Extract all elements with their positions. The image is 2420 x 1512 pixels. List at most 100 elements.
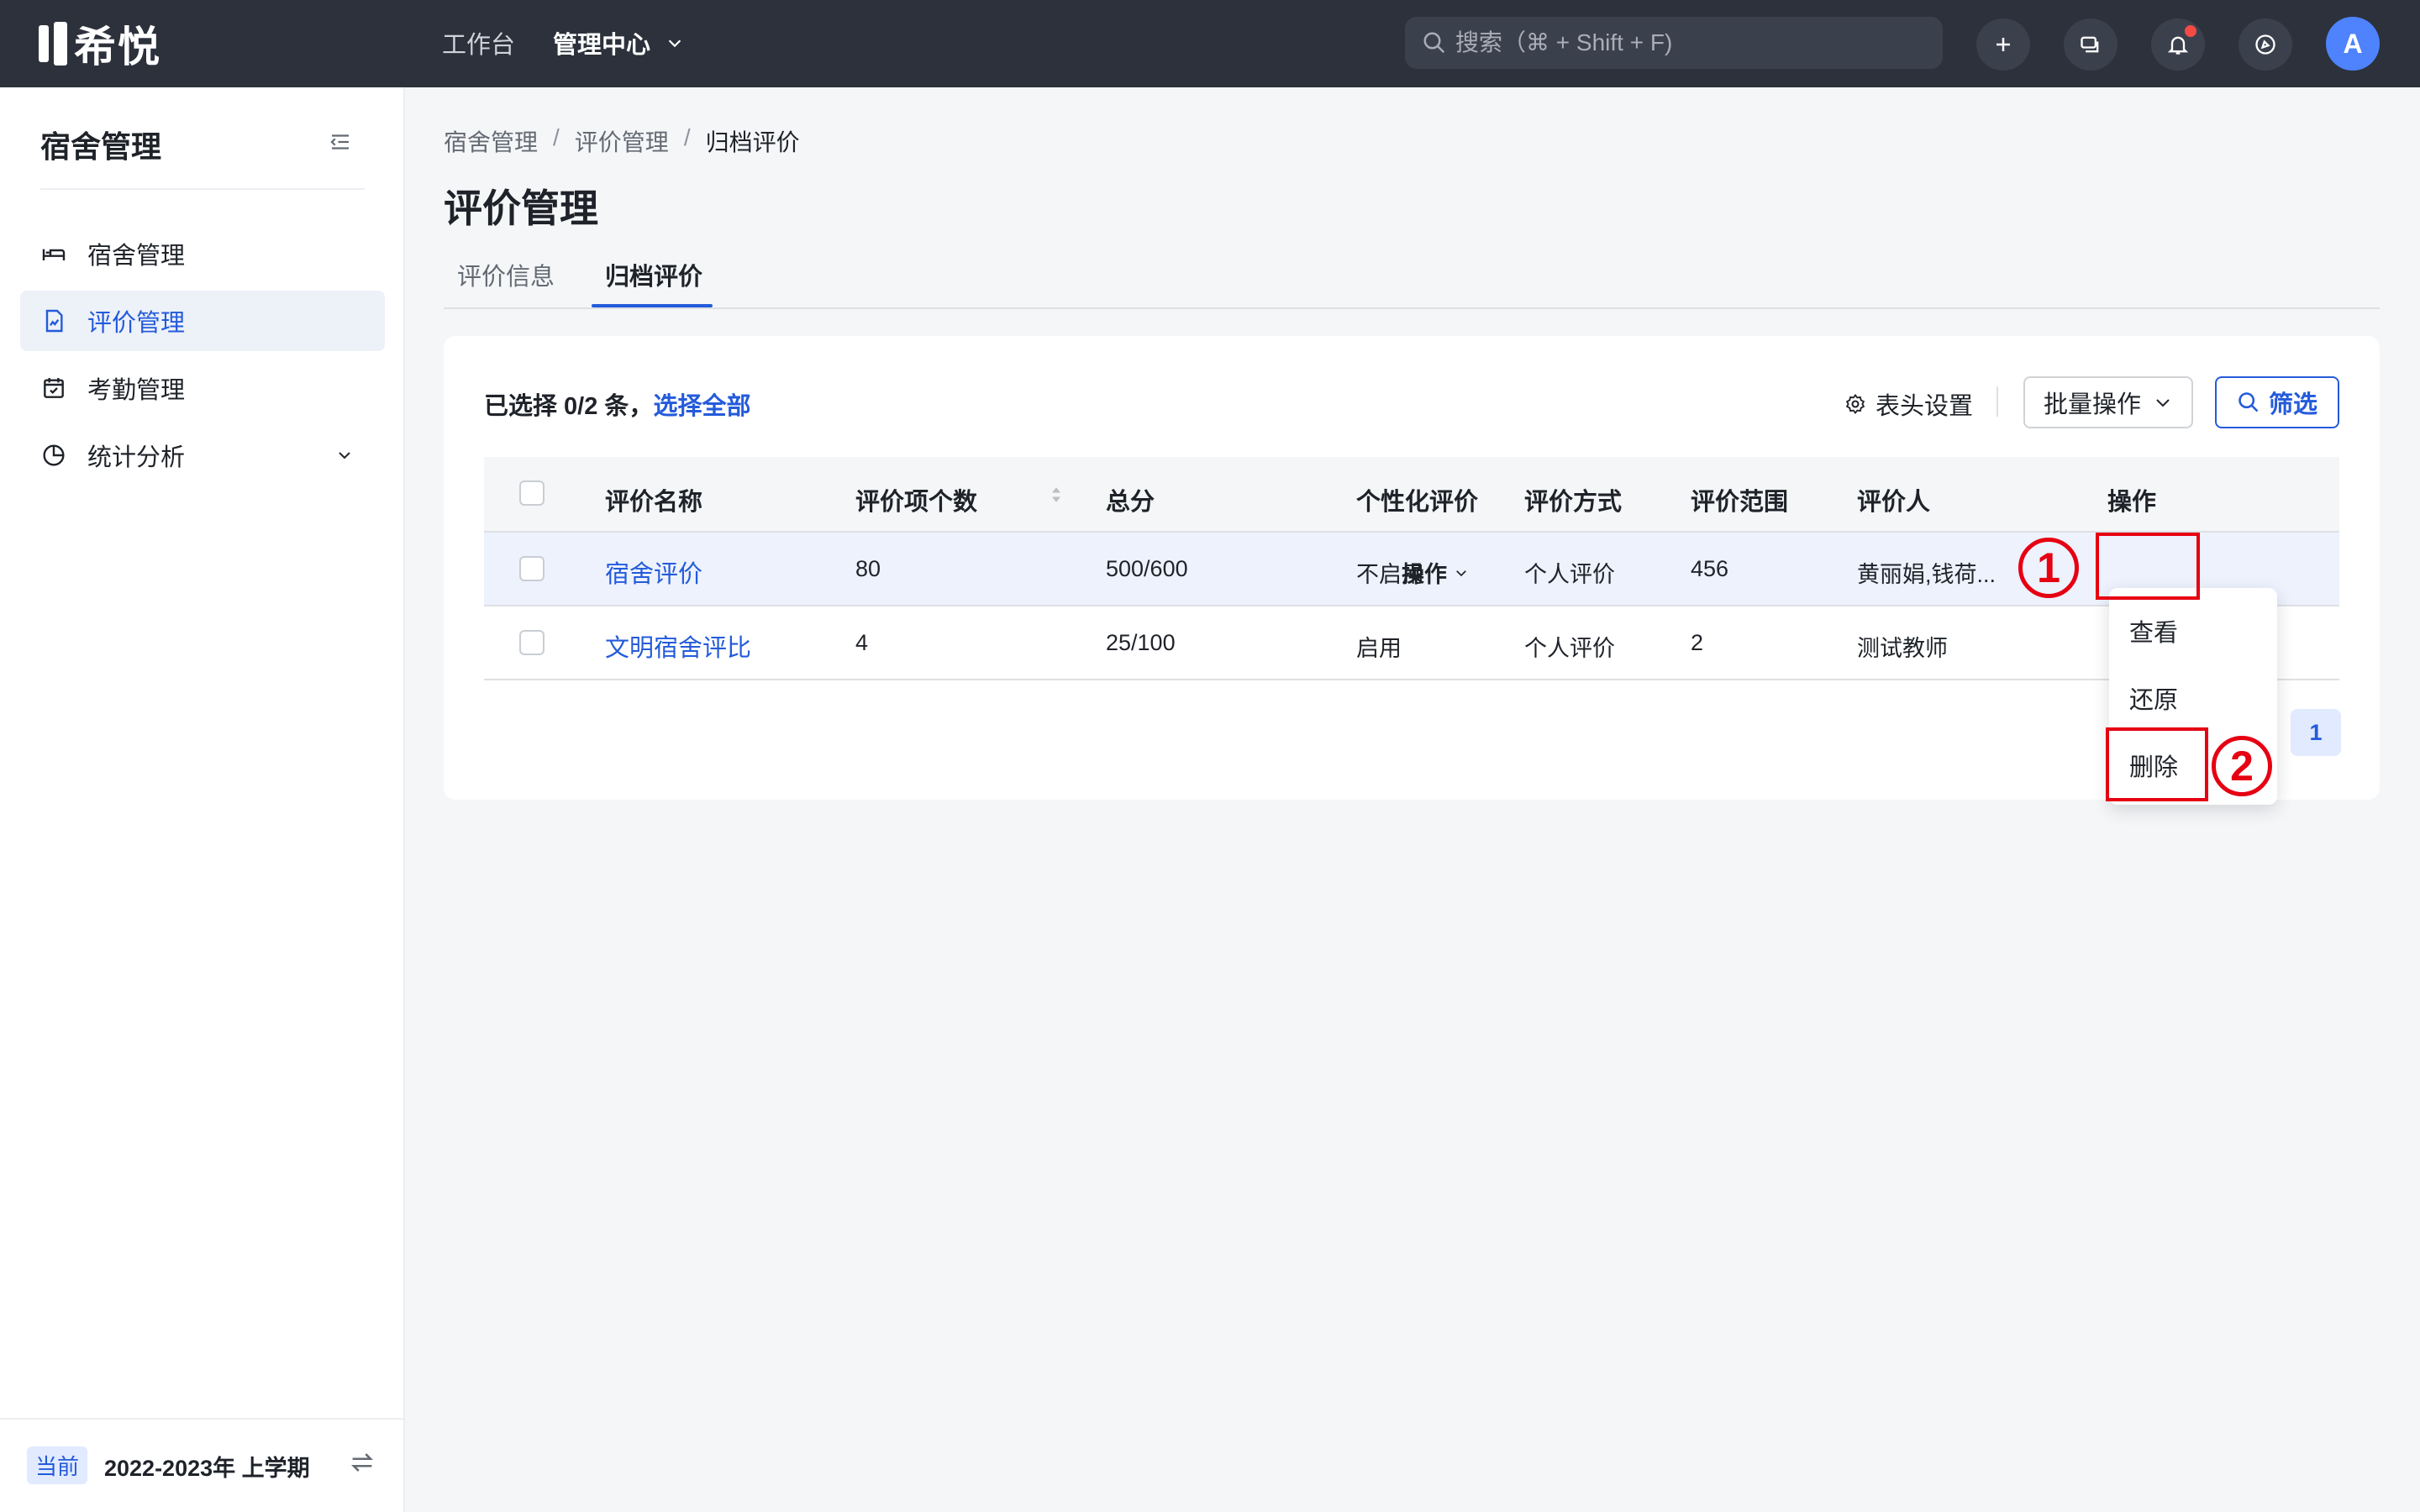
- table-row: 文明宿舍评比 4 25/100 启用 个人评价 2 测试教师: [484, 606, 2339, 680]
- table-header: 评价名称 评价项个数 总分 个性化评价 评价方式 评价范围 评价人 操作: [484, 457, 2339, 533]
- evaluator-cell: 黄丽娟,钱荷...: [1857, 562, 1996, 587]
- active-tab-indicator: [592, 304, 713, 307]
- column-settings-label: 表头设置: [1876, 393, 1974, 420]
- sidebar-item-evaluation[interactable]: 评价管理: [20, 291, 385, 351]
- sidebar-title: 宿舍管理: [40, 129, 162, 164]
- breadcrumb-item[interactable]: 评价管理: [575, 124, 669, 158]
- global-search[interactable]: [1405, 17, 1943, 69]
- search-icon: [2238, 392, 2259, 412]
- column-header-name: 评价名称: [605, 489, 703, 516]
- nav-admin-center[interactable]: 管理中心: [553, 25, 684, 60]
- row-checkbox[interactable]: [519, 556, 544, 581]
- item-count-cell: 80: [855, 556, 881, 581]
- breadcrumb: 宿舍管理 / 评价管理 / 归档评价: [444, 124, 800, 158]
- column-header-scope: 评价范围: [1691, 489, 1789, 516]
- switch-term-icon[interactable]: [348, 1448, 376, 1477]
- nav-workbench[interactable]: 工作台: [442, 25, 515, 60]
- plus-icon: [1996, 38, 2010, 51]
- column-settings-button[interactable]: 表头设置: [1844, 386, 1973, 422]
- sidebar-divider: [40, 188, 365, 190]
- sidebar-item-label: 统计分析: [87, 444, 186, 471]
- bed-icon: [42, 249, 66, 260]
- evaluator-cell: 测试教师: [1857, 636, 1948, 661]
- add-button[interactable]: [1976, 18, 2030, 71]
- breadcrumb-item[interactable]: 宿舍管理: [444, 124, 538, 158]
- evaluation-doc-icon: [45, 309, 63, 333]
- sidebar: 宿舍管理 宿舍管理 评价管理 考勤管理 统计分析 当前 2022-2023年 上…: [0, 87, 405, 1512]
- collapse-sidebar-icon[interactable]: [328, 129, 353, 155]
- row-checkbox[interactable]: [519, 630, 544, 655]
- app-logo[interactable]: 希悦: [39, 17, 161, 71]
- chevron-down-icon: [339, 452, 350, 459]
- chevron-down-icon: [2156, 399, 2170, 407]
- sidebar-item-label: 宿舍管理: [87, 243, 186, 270]
- page-title: 评价管理: [444, 186, 598, 230]
- logo-text: 希悦: [74, 24, 161, 71]
- column-header-method: 评价方式: [1524, 489, 1623, 516]
- breadcrumb-separator: /: [683, 124, 691, 150]
- bell-icon: [2167, 36, 2189, 55]
- batch-operations-dropdown[interactable]: 批量操作: [2023, 376, 2193, 428]
- pagination-page-1[interactable]: 1: [2291, 709, 2341, 756]
- batch-operations-label: 批量操作: [2043, 391, 2141, 418]
- total-cell: 500/600: [1106, 556, 1188, 581]
- selection-count: 已选择 0/2 条，: [484, 393, 654, 420]
- tab-archived-evaluation[interactable]: 归档评价: [605, 257, 702, 306]
- search-icon: [1423, 32, 1445, 54]
- column-header-item-count[interactable]: 评价项个数: [855, 482, 977, 517]
- annotation-step-1: 1: [2018, 538, 2079, 598]
- evaluation-name-link[interactable]: 文明宿舍评比: [605, 628, 751, 664]
- column-header-total: 总分: [1106, 489, 1155, 516]
- sidebar-item-dorm[interactable]: 宿舍管理: [20, 223, 385, 284]
- annotation-box-delete: [2106, 727, 2208, 801]
- notification-dot: [2185, 25, 2196, 37]
- pie-chart-icon: [43, 444, 65, 466]
- breadcrumb-separator: /: [553, 124, 560, 150]
- chevron-down-icon: [1456, 570, 1466, 576]
- annotation-box-action: [2096, 533, 2200, 600]
- sidebar-item-statistics[interactable]: 统计分析: [20, 425, 385, 486]
- annotation-step-2: 2: [2212, 736, 2272, 796]
- sidebar-item-label: 评价管理: [87, 310, 186, 337]
- sidebar-item-label: 考勤管理: [87, 377, 186, 404]
- messages-button[interactable]: [2064, 18, 2118, 71]
- evaluation-name-link[interactable]: 宿舍评价: [605, 554, 702, 590]
- column-header-evaluator: 评价人: [1857, 489, 1931, 516]
- total-cell: 25/100: [1106, 630, 1176, 655]
- scope-cell: 456: [1691, 556, 1729, 581]
- column-header-action: 操作: [2107, 489, 2157, 516]
- filter-button[interactable]: 筛选: [2215, 376, 2339, 428]
- term-text: 2022-2023年 上学期: [104, 1456, 310, 1481]
- chevron-down-icon: [668, 39, 681, 48]
- method-cell: 个人评价: [1524, 562, 1615, 587]
- item-count-cell: 4: [855, 630, 869, 655]
- row-action-label: 操作: [1402, 562, 1447, 587]
- personalized-cell: 启用: [1356, 636, 1402, 661]
- tab-bar: 评价信息 归档评价: [444, 252, 2380, 309]
- row-action-dropdown[interactable]: 操作: [1402, 556, 1469, 589]
- method-cell: 个人评价: [1524, 636, 1615, 661]
- logo-mark-icon: [39, 22, 67, 66]
- sidebar-footer-divider: [0, 1418, 403, 1420]
- content-card: 已选择 0/2 条，选择全部 表头设置 批量操作 筛选 评价名称 评价项个数 总…: [444, 336, 2380, 800]
- search-input[interactable]: [1454, 29, 1911, 57]
- chat-icon: [2081, 36, 2099, 53]
- term-badge: 当前: [27, 1446, 88, 1484]
- scope-cell: 2: [1691, 630, 1704, 655]
- tab-evaluation-info[interactable]: 评价信息: [457, 257, 555, 306]
- breadcrumb-current: 归档评价: [705, 129, 800, 155]
- gear-icon: [1845, 394, 1865, 414]
- notifications-button[interactable]: [2151, 18, 2205, 71]
- column-header-personalized: 个性化评价: [1356, 489, 1479, 516]
- filter-label: 筛选: [2268, 391, 2317, 418]
- toolbar-divider: [1996, 386, 1998, 417]
- sidebar-item-attendance[interactable]: 考勤管理: [20, 358, 385, 418]
- select-all-link[interactable]: 选择全部: [653, 393, 750, 420]
- avatar[interactable]: A: [2326, 17, 2380, 71]
- sort-icon[interactable]: [1047, 482, 1065, 507]
- menu-item-restore[interactable]: 还原: [2129, 680, 2178, 716]
- calendar-check-icon: [44, 378, 64, 398]
- select-all-checkbox[interactable]: [519, 480, 544, 506]
- app-switch-button[interactable]: [2238, 18, 2292, 71]
- menu-item-view[interactable]: 查看: [2129, 613, 2178, 648]
